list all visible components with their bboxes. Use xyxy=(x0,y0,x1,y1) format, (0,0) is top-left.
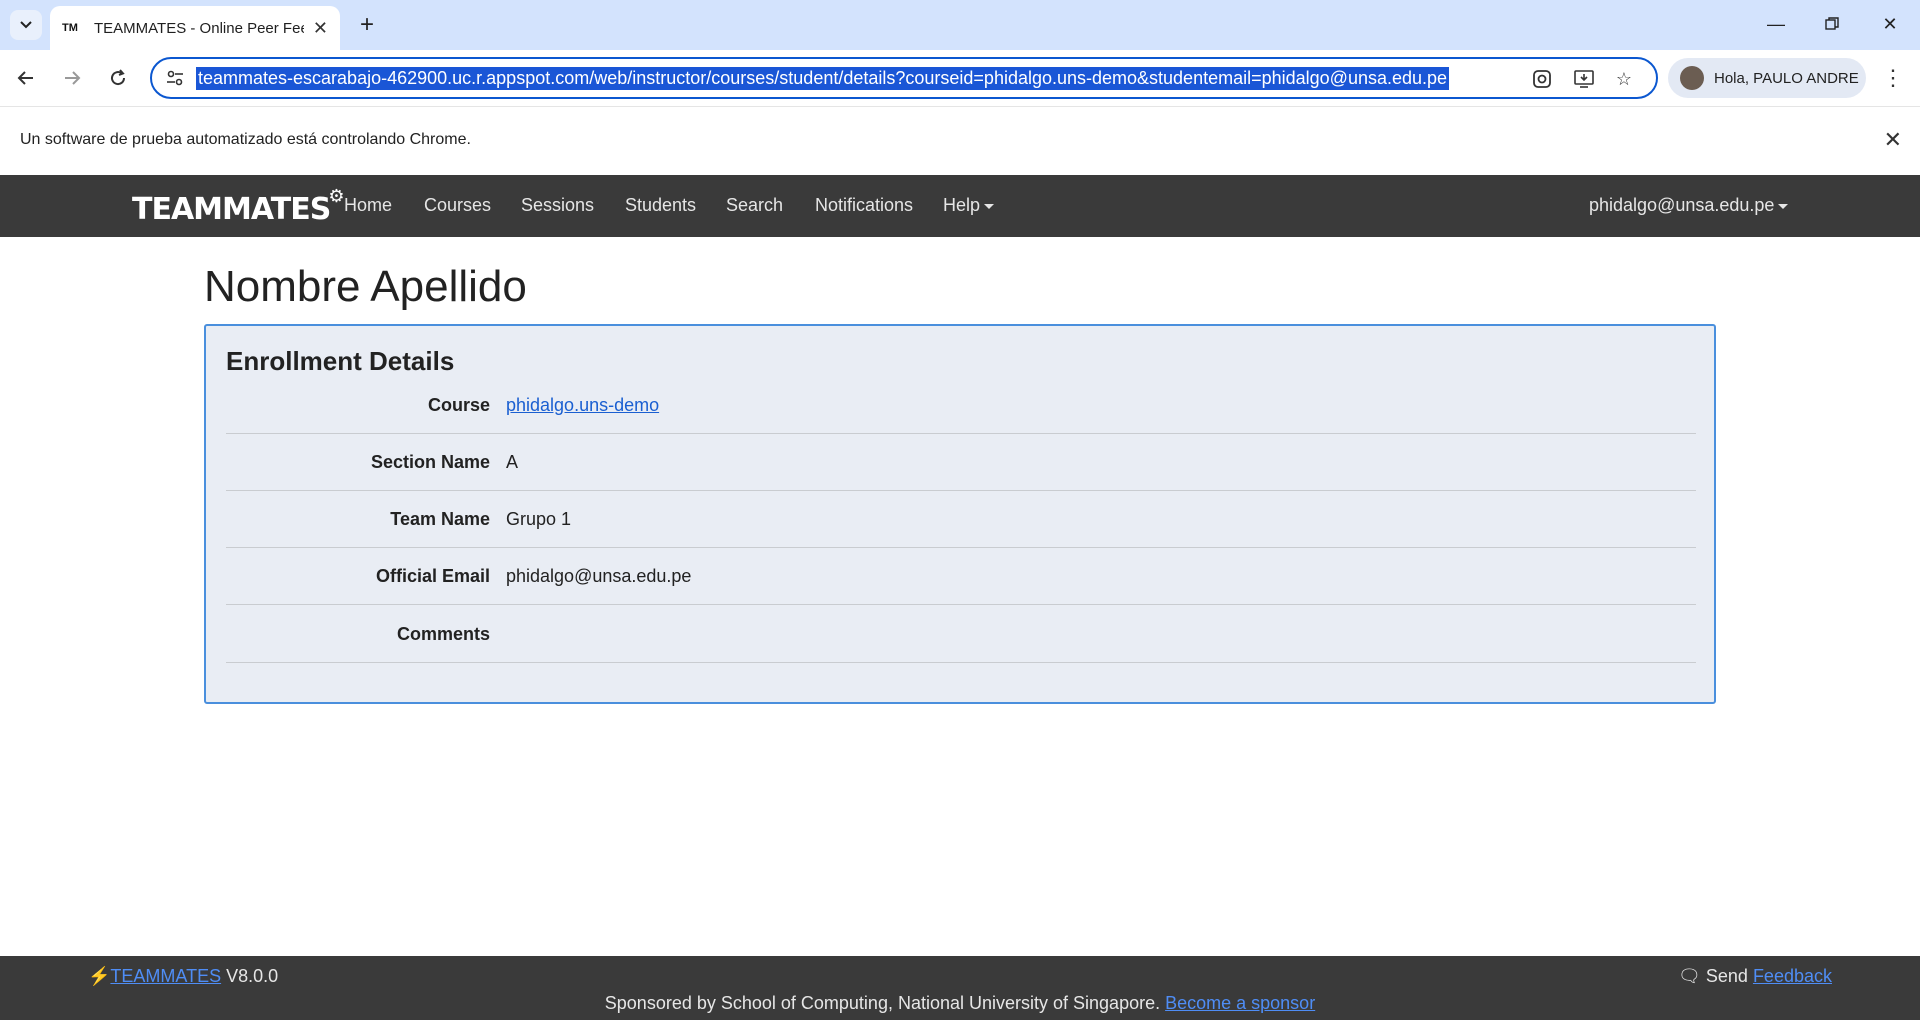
send-label: Send xyxy=(1705,966,1748,986)
forward-button[interactable] xyxy=(54,60,90,96)
more-menu-icon[interactable]: ⋮ xyxy=(1878,62,1908,94)
feedback-link[interactable]: Feedback xyxy=(1753,966,1832,986)
reload-button[interactable] xyxy=(100,60,136,96)
restore-button[interactable] xyxy=(1812,8,1852,40)
detail-key: Team Name xyxy=(390,509,490,529)
nav-courses[interactable]: Courses xyxy=(424,195,491,216)
install-app-icon[interactable] xyxy=(1570,66,1598,92)
nav-search[interactable]: Search xyxy=(726,195,783,216)
automation-infobar: Un software de prueba automatizado está … xyxy=(0,106,1920,175)
detail-key: Section Name xyxy=(370,452,490,472)
close-window-button[interactable]: ✕ xyxy=(1870,8,1910,40)
caret-down-icon xyxy=(984,203,995,209)
detail-value: phidalgo.uns-demo xyxy=(506,395,659,416)
browser-toolbar: teammates-escarabajo-462900.uc.r.appspot… xyxy=(0,50,1920,106)
footer-version: ⚡TEAMMATES V8.0.0 xyxy=(88,966,278,987)
profile-button[interactable]: Hola, PAULO ANDRE xyxy=(1668,58,1866,98)
site-settings-icon[interactable] xyxy=(164,68,186,88)
detail-row-team: Team Name Grupo 1 xyxy=(226,491,1696,548)
chevron-down-icon xyxy=(20,21,32,29)
tab-title: TEAMMATES - Online Peer Feedback xyxy=(94,19,304,37)
nav-help-label: Help xyxy=(943,195,981,215)
profile-label: Hola, PAULO ANDRE xyxy=(1714,69,1859,87)
minimize-button[interactable]: — xyxy=(1756,8,1796,40)
enrollment-details-card: Enrollment Details Course phidalgo.uns-d… xyxy=(204,324,1716,704)
card-title: Enrollment Details xyxy=(226,346,455,376)
new-tab-button[interactable]: + xyxy=(352,10,382,40)
teammates-link[interactable]: TEAMMATES xyxy=(110,966,221,986)
nav-sessions[interactable]: Sessions xyxy=(521,195,594,216)
nav-home[interactable]: Home xyxy=(344,195,392,216)
detail-value: Grupo 1 xyxy=(506,509,572,529)
arrow-left-icon xyxy=(17,71,33,85)
browser-frame: TM TEAMMATES - Online Peer Feedback ✕ + … xyxy=(0,0,1920,106)
bookmark-star-icon[interactable]: ☆ xyxy=(1610,66,1638,92)
automation-message: Un software de prueba automatizado está … xyxy=(20,131,471,148)
arrow-right-icon xyxy=(65,71,81,85)
teammates-favicon-icon: TM xyxy=(62,22,78,34)
teammates-logo[interactable]: TEAMMATES ⚙ xyxy=(132,186,345,227)
brand-text: TEAMMATES xyxy=(132,192,331,227)
lens-search-icon[interactable] xyxy=(1528,66,1556,92)
avatar xyxy=(1680,66,1704,90)
nav-students[interactable]: Students xyxy=(625,195,696,216)
footer-feedback: 🗨 Send Feedback xyxy=(1678,966,1832,987)
bolt-icon: ⚡ xyxy=(88,966,111,986)
reload-icon xyxy=(111,69,126,86)
app-navbar: TEAMMATES ⚙ Home Courses Sessions Studen… xyxy=(0,175,1920,237)
detail-row-course: Course phidalgo.uns-demo xyxy=(226,377,1696,434)
address-bar[interactable]: teammates-escarabajo-462900.uc.r.appspot… xyxy=(150,57,1658,99)
user-email: phidalgo@unsa.edu.pe xyxy=(1589,195,1775,215)
tab-strip: TM TEAMMATES - Online Peer Feedback ✕ + … xyxy=(0,0,1920,50)
detail-key: Official Email xyxy=(375,566,490,586)
chat-bubbles-icon: 🗨 xyxy=(1678,966,1701,986)
course-link[interactable]: phidalgo.uns-demo xyxy=(506,395,659,415)
nav-help[interactable]: Help xyxy=(943,195,995,216)
user-menu[interactable]: phidalgo@unsa.edu.pe xyxy=(1589,195,1789,216)
caret-down-icon xyxy=(1778,203,1789,209)
gears-icon: ⚙ xyxy=(328,186,345,206)
back-button[interactable] xyxy=(8,60,44,96)
detail-row-email: Official Email phidalgo@unsa.edu.pe xyxy=(226,548,1696,605)
version-text: V8.0.0 xyxy=(226,966,279,986)
close-tab-icon[interactable]: ✕ xyxy=(313,18,328,39)
close-infobar-icon[interactable]: ✕ xyxy=(1884,127,1902,153)
detail-value: A xyxy=(506,452,519,472)
become-sponsor-link[interactable]: Become a sponsor xyxy=(1165,993,1315,1013)
detail-row-comments: Comments xyxy=(226,606,1696,663)
tab-search-button[interactable] xyxy=(10,10,42,40)
sponsor-text: Sponsored by School of Computing, Nation… xyxy=(604,993,1161,1013)
page-footer: ⚡TEAMMATES V8.0.0 🗨 Send Feedback Sponso… xyxy=(0,956,1920,1020)
restore-icon xyxy=(1825,17,1839,30)
active-tab[interactable]: TM TEAMMATES - Online Peer Feedback ✕ xyxy=(50,6,340,50)
detail-key: Course xyxy=(427,395,490,415)
detail-row-section: Section Name A xyxy=(226,434,1696,491)
detail-value: phidalgo@unsa.edu.pe xyxy=(506,566,692,586)
nav-notifications[interactable]: Notifications xyxy=(815,195,913,216)
url-text: teammates-escarabajo-462900.uc.r.appspot… xyxy=(196,67,1450,90)
footer-sponsor: Sponsored by School of Computing, Nation… xyxy=(0,993,1920,1014)
detail-key: Comments xyxy=(396,624,490,644)
page-title: Nombre Apellido xyxy=(204,262,527,311)
